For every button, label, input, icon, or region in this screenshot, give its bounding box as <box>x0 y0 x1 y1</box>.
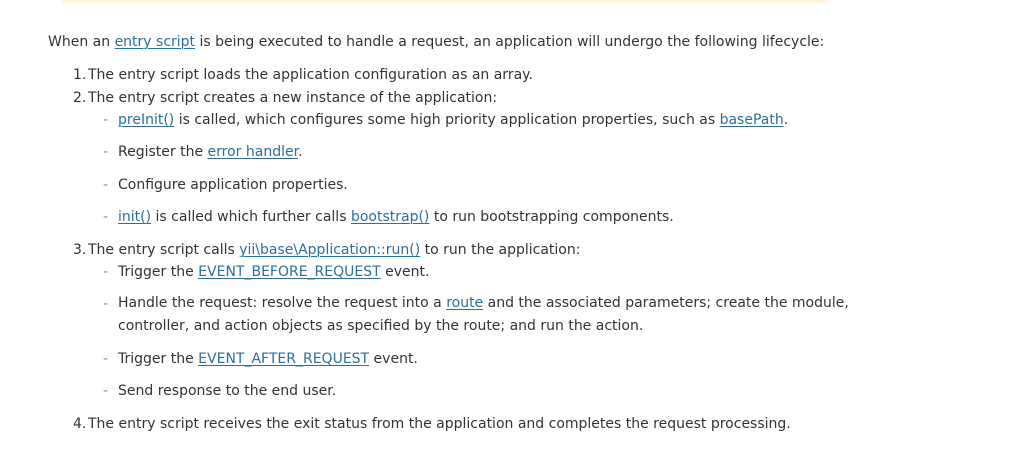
step-text-after: to run the application: <box>420 242 581 258</box>
bullet-dash-icon: - <box>103 296 109 312</box>
error-handler-link[interactable]: error handler <box>208 144 299 160</box>
intro-paragraph: When an entry script is being executed t… <box>48 33 824 51</box>
step-3-bullet-1: - Trigger the EVENT_BEFORE_REQUEST event. <box>103 263 429 281</box>
step-text: The entry script calls <box>88 242 240 258</box>
bullet-dash-icon: - <box>103 383 109 399</box>
bullet-text: Handle the request: resolve the request … <box>118 295 447 311</box>
event-before-request-link[interactable]: EVENT_BEFORE_REQUEST <box>198 264 381 280</box>
basepath-link[interactable]: basePath <box>720 112 784 128</box>
lifecycle-step-3: 3. The entry script calls yii\base\Applic… <box>73 241 580 259</box>
bullet-dash-icon: - <box>103 209 109 225</box>
step-2-bullet-3: - Configure application properties. <box>103 176 348 194</box>
entry-script-link[interactable]: entry script <box>115 34 195 50</box>
bullet-text: Trigger the <box>118 351 199 367</box>
bullet-end: . <box>298 144 303 160</box>
step-2-bullet-4: - init() is called which further calls bo… <box>103 208 674 226</box>
step-3-bullet-4: - Send response to the end user. <box>103 382 336 400</box>
step-number: 2. <box>73 90 87 106</box>
step-text: The entry script loads the application c… <box>88 67 533 83</box>
step-number: 3. <box>73 242 87 258</box>
bullet-end: to run bootstrapping components. <box>429 209 674 225</box>
bullet-dash-icon: - <box>103 177 109 193</box>
bullet-text: is called, which configures some high pr… <box>174 112 720 128</box>
init-link[interactable]: init() <box>118 209 151 225</box>
bullet-dash-icon: - <box>103 144 109 160</box>
step-number: 1. <box>73 67 87 83</box>
bullet-text: Configure application properties. <box>118 177 348 193</box>
application-run-link[interactable]: yii\base\Application::run() <box>239 242 420 258</box>
bullet-end: event. <box>369 351 418 367</box>
lifecycle-step-4: 4. The entry script receives the exit sta… <box>73 415 791 433</box>
intro-text-after: is being executed to handle a request, a… <box>195 34 825 50</box>
step-3-bullet-2: Handle the request: resolve the request … <box>118 292 898 338</box>
bullet-text: Send response to the end user. <box>118 383 337 399</box>
preinit-link[interactable]: preInit() <box>118 112 174 128</box>
step-2-bullet-2: - Register the error handler. <box>103 143 303 161</box>
bootstrap-link[interactable]: bootstrap() <box>351 209 429 225</box>
top-notice-strip <box>62 0 827 3</box>
step-3-bullet-2-marker: - <box>103 295 118 313</box>
intro-text-before: When an <box>48 34 115 50</box>
bullet-dash-icon: - <box>103 351 109 367</box>
step-text: The entry script creates a new instance … <box>88 90 498 106</box>
bullet-text: Trigger the <box>118 264 199 280</box>
lifecycle-step-2: 2. The entry script creates a new instanc… <box>73 89 497 107</box>
step-number: 4. <box>73 416 87 432</box>
bullet-dash-icon: - <box>103 264 109 280</box>
lifecycle-step-1: 1. The entry script loads the application… <box>73 66 533 84</box>
bullet-text: is called which further calls <box>151 209 351 225</box>
step-2-bullet-1: - preInit() is called, which configures s… <box>103 111 788 129</box>
bullet-end: . <box>783 112 789 128</box>
event-after-request-link[interactable]: EVENT_AFTER_REQUEST <box>198 351 369 367</box>
route-link[interactable]: route <box>446 295 483 311</box>
bullet-end: event. <box>380 264 430 280</box>
step-3-bullet-3: - Trigger the EVENT_AFTER_REQUEST event. <box>103 350 418 368</box>
step-text: The entry script receives the exit statu… <box>88 416 791 432</box>
bullet-dash-icon: - <box>103 112 109 128</box>
bullet-text: Register the <box>118 144 208 160</box>
